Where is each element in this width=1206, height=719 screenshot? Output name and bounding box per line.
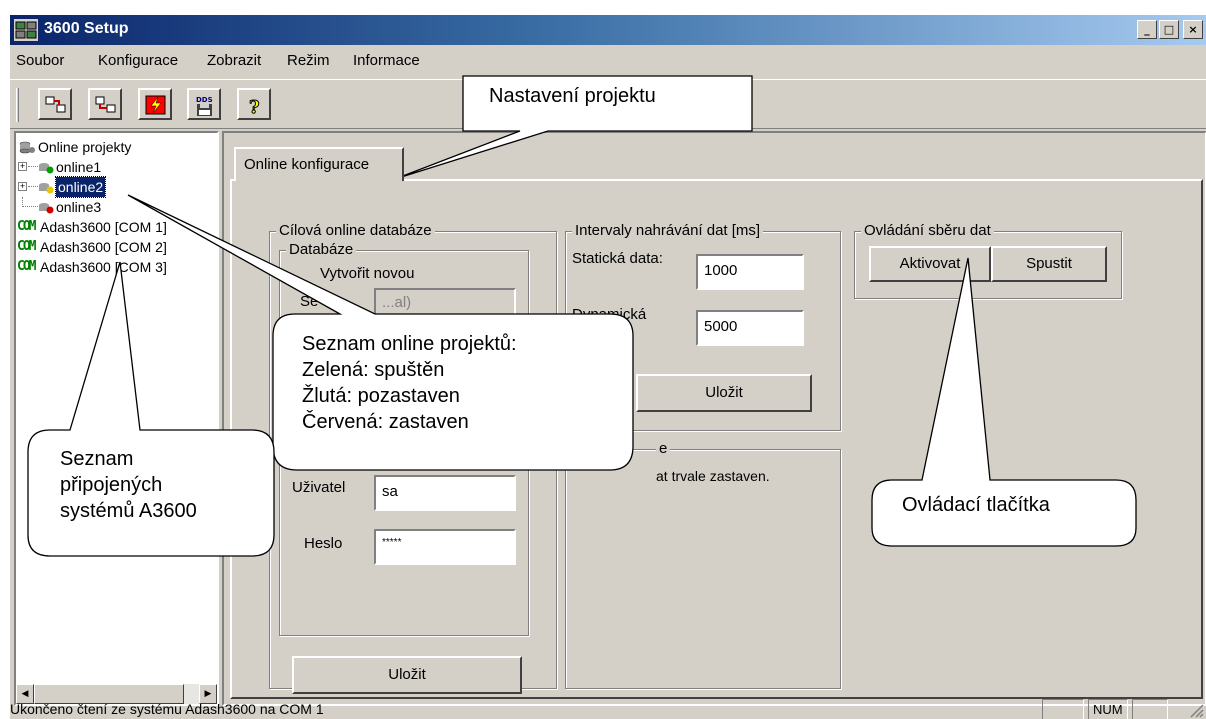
control-group: Ovládání sběru dat Aktivovat Spustit xyxy=(854,222,1122,299)
com-port-icon: COM xyxy=(17,239,37,254)
callout-project-list-line4: Červená: zastaven xyxy=(302,411,469,433)
callout-project-list-line2: Zelená: spuštěn xyxy=(302,359,445,381)
menu-zobrazit[interactable]: Zobrazit xyxy=(207,52,261,69)
help-glyph: ? xyxy=(249,97,260,117)
activate-collection-button[interactable]: Aktivovat xyxy=(869,246,991,282)
user-label: Uživatel xyxy=(292,479,346,496)
tree-connector xyxy=(22,206,38,207)
callout-control-buttons-text: Ovládací tlačítka xyxy=(902,494,1050,516)
tree-root-label: Online projekty xyxy=(38,139,132,155)
maximize-button[interactable]: □ xyxy=(1159,20,1179,39)
dds-label: DDS xyxy=(196,96,213,104)
intervals-title: Intervaly nahrávání dat [ms] xyxy=(572,222,764,239)
device-label: Adash3600 [COM 2] xyxy=(40,239,167,255)
menu-bar: Soubor Konfigurace Zobrazit Režim Inform… xyxy=(10,45,1206,75)
callout-project-list-line1: Seznam online projektů: xyxy=(302,333,517,355)
device-label: Adash3600 [COM 1] xyxy=(40,219,167,235)
project-status-icon xyxy=(39,203,54,214)
control-title: Ovládání sběru dat xyxy=(861,222,994,239)
status-dot xyxy=(46,186,54,194)
com-port-icon: COM xyxy=(17,219,37,234)
resize-grip-icon[interactable] xyxy=(1188,702,1204,718)
menu-soubor[interactable]: Soubor xyxy=(16,52,64,69)
callout-project-list-line3: Žlutá: pozastaven xyxy=(302,385,460,407)
dynamic-data-field[interactable]: 5000 xyxy=(696,310,804,346)
target-db-title: Cílová online databáze xyxy=(276,222,435,239)
dynamic-data-label: Dynamická xyxy=(572,306,647,323)
status-dot xyxy=(46,206,54,214)
menu-informace[interactable]: Informace xyxy=(353,52,420,69)
project-tree[interactable]: Online projekty + online1 + online2 onli… xyxy=(14,131,219,706)
user-field[interactable]: sa xyxy=(374,475,516,511)
device-label: Adash3600 [COM 3] xyxy=(40,259,167,275)
upload-config-button[interactable] xyxy=(88,88,122,120)
state-title: e xyxy=(656,440,671,457)
title-bar: 3600 Setup _ □ × xyxy=(10,15,1206,45)
intervals-group: Intervaly nahrávání dat [ms] Statická da… xyxy=(565,222,841,431)
activate-icon xyxy=(145,95,166,115)
project-status-icon xyxy=(39,183,54,194)
database-icon xyxy=(19,141,35,154)
status-dot xyxy=(46,166,54,174)
tab-online-konfigurace[interactable]: Online konfigurace xyxy=(234,147,404,181)
password-label: Heslo xyxy=(304,535,343,552)
close-button[interactable]: × xyxy=(1183,20,1203,39)
project-label-selected: online2 xyxy=(54,176,107,198)
download-config-icon xyxy=(45,96,66,113)
tab-content: Cílová online databáze Databáze Vytvořit… xyxy=(230,179,1203,699)
server-field[interactable]: ...al) xyxy=(374,288,516,316)
database-subgroup-title: Databáze xyxy=(286,241,357,258)
dds-save-button[interactable]: DDS xyxy=(187,88,221,120)
menu-rezim[interactable]: Režim xyxy=(287,52,330,69)
static-data-field[interactable]: 1000 xyxy=(696,254,804,290)
app-window: 3600 Setup _ □ × Soubor Konfigurace Zobr… xyxy=(9,14,1206,719)
minimize-button[interactable]: _ xyxy=(1137,20,1157,39)
callout-project-settings-text: Nastavení projektu xyxy=(489,85,656,107)
expand-icon[interactable]: + xyxy=(18,162,27,171)
help-icon: ? xyxy=(249,97,261,118)
activate-button[interactable] xyxy=(138,88,172,120)
callout-systems-line1: Seznam xyxy=(60,448,134,470)
help-button[interactable]: ? xyxy=(237,88,271,120)
upload-config-icon xyxy=(95,96,116,113)
status-cell-empty xyxy=(1042,699,1084,719)
password-field[interactable]: ***** xyxy=(374,529,516,565)
login-subgroup: Uživatel sa Heslo ***** xyxy=(279,456,529,636)
state-text: at trvale zastaven. xyxy=(656,468,770,484)
callout-systems-line3: systémů A3600 xyxy=(60,500,197,522)
status-num: NUM xyxy=(1088,699,1128,719)
status-bar: Ukončeno čtení ze systému Adash3600 na C… xyxy=(10,699,1206,719)
app-icon xyxy=(14,19,38,41)
window-title: 3600 Setup xyxy=(44,20,129,37)
status-cell-empty xyxy=(1132,699,1168,719)
status-text: Ukončeno čtení ze systému Adash3600 na C… xyxy=(10,701,324,717)
tree-connector xyxy=(28,186,38,187)
project-status-icon xyxy=(39,163,54,174)
com-port-icon: COM xyxy=(17,259,37,274)
download-config-button[interactable] xyxy=(38,88,72,120)
project-label: online3 xyxy=(56,199,102,215)
server-label: Se xyxy=(300,293,319,310)
db-save-button[interactable]: Uložit xyxy=(292,656,522,694)
callout-systems-line2: připojených xyxy=(60,474,163,496)
project-label: online1 xyxy=(56,159,102,175)
dds-save-icon: DDS xyxy=(196,96,213,116)
create-new-label[interactable]: Vytvořit novou xyxy=(320,265,415,282)
tree-connector xyxy=(28,166,38,167)
state-group: e at trvale zastaven. xyxy=(565,440,841,689)
intervals-save-button[interactable]: Uložit xyxy=(636,374,812,412)
menu-konfigurace[interactable]: Konfigurace xyxy=(98,52,178,69)
start-collection-button[interactable]: Spustit xyxy=(991,246,1107,282)
toolbar-grip[interactable] xyxy=(16,88,19,122)
static-data-label: Statická data: xyxy=(572,250,663,267)
expand-icon[interactable]: + xyxy=(18,182,27,191)
target-db-group: Cílová online databáze Databáze Vytvořit… xyxy=(269,222,557,694)
